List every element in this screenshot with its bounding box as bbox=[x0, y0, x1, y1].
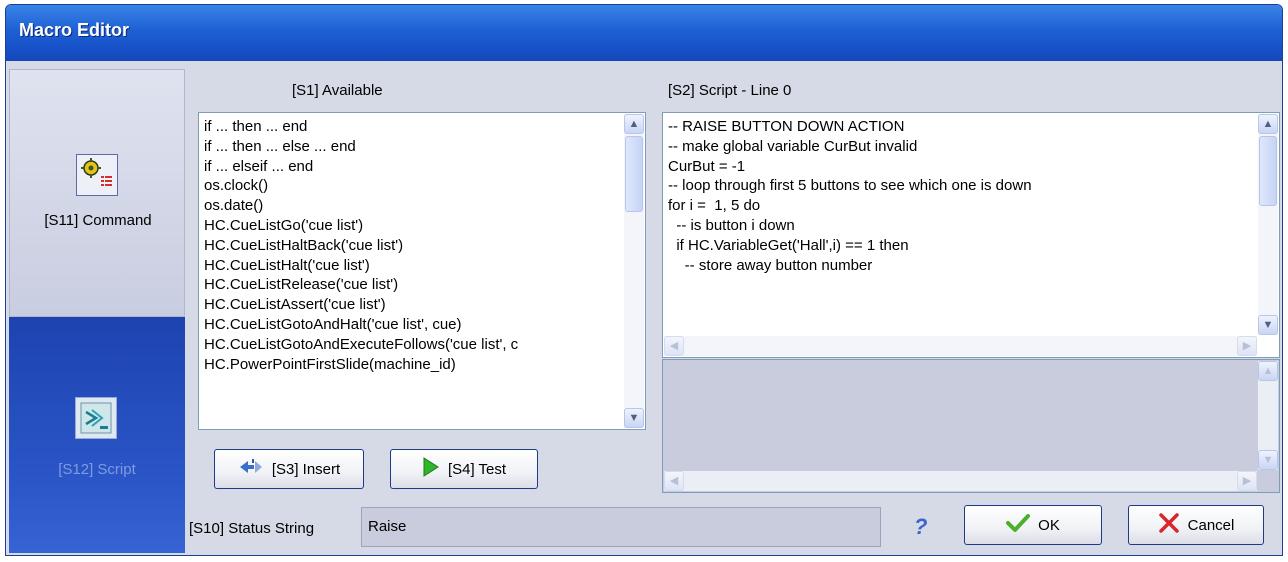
insert-button[interactable]: [S3] Insert bbox=[214, 449, 364, 489]
ok-label: OK bbox=[1038, 516, 1060, 534]
output-horizontal-scrollbar[interactable]: ◀ ▶ bbox=[664, 471, 1257, 491]
window-title: Macro Editor bbox=[19, 20, 130, 40]
available-list-item[interactable]: HC.CueListRelease('cue list') bbox=[204, 275, 621, 295]
available-list-item[interactable]: if ... then ... end bbox=[204, 117, 621, 137]
play-icon bbox=[422, 456, 440, 482]
available-vertical-scrollbar[interactable]: ▲ ▼ bbox=[624, 114, 644, 428]
available-list-item[interactable]: os.date() bbox=[204, 196, 621, 216]
insert-label: [S3] Insert bbox=[271, 460, 341, 478]
close-x-icon bbox=[1158, 512, 1180, 538]
nav-command-tab[interactable]: [S11] Command bbox=[9, 69, 185, 317]
scroll-left-icon[interactable]: ◀ bbox=[664, 471, 684, 491]
available-list[interactable]: if ... then ... end if ... then ... else … bbox=[198, 112, 646, 430]
left-navigation: [S11] Command [S12] Script bbox=[9, 69, 185, 554]
script-line[interactable]: -- is button i down bbox=[668, 216, 1255, 236]
script-icon bbox=[75, 397, 117, 439]
script-label: [S2] Script - Line 0 bbox=[668, 82, 792, 99]
available-list-item[interactable]: if ... elseif ... end bbox=[204, 157, 621, 177]
script-line[interactable]: if HC.VariableGet('Hall',i) == 1 then bbox=[668, 236, 1255, 256]
test-button[interactable]: [S4] Test bbox=[390, 449, 538, 489]
scroll-right-icon[interactable]: ▶ bbox=[1237, 336, 1257, 356]
nav-command-label: [S11] Command bbox=[44, 212, 152, 229]
script-editor[interactable]: -- RAISE BUTTON DOWN ACTION -- make globa… bbox=[662, 112, 1280, 358]
scroll-down-icon[interactable]: ▼ bbox=[624, 408, 644, 428]
available-list-item[interactable]: HC.CueListGotoAndHalt('cue list', cue) bbox=[204, 315, 621, 335]
script-line[interactable]: -- store away button number bbox=[668, 256, 1255, 276]
scroll-thumb[interactable] bbox=[625, 136, 643, 212]
scroll-down-icon[interactable]: ▼ bbox=[1258, 315, 1278, 335]
nav-script-label: [S12] Script bbox=[58, 461, 136, 478]
scroll-thumb[interactable] bbox=[1259, 136, 1277, 206]
script-line[interactable]: for i = 1, 5 do bbox=[668, 196, 1255, 216]
help-icon[interactable]: ? bbox=[914, 514, 927, 540]
available-list-item[interactable]: HC.CueListGotoAndExecuteFollows('cue lis… bbox=[204, 335, 621, 355]
checkmark-icon bbox=[1006, 513, 1031, 537]
script-line[interactable]: -- RAISE BUTTON DOWN ACTION bbox=[668, 117, 1255, 137]
script-horizontal-scrollbar[interactable]: ◀ ▶ bbox=[664, 336, 1257, 356]
available-list-item[interactable]: HC.CueListGo('cue list') bbox=[204, 216, 621, 236]
command-gear-icon bbox=[76, 154, 118, 196]
status-string-field[interactable]: Raise bbox=[361, 507, 881, 547]
script-lines: -- RAISE BUTTON DOWN ACTION -- make globa… bbox=[668, 117, 1255, 333]
scroll-up-icon[interactable]: ▲ bbox=[624, 114, 644, 134]
script-line[interactable]: -- loop through first 5 buttons to see w… bbox=[668, 176, 1255, 196]
test-label: [S4] Test bbox=[447, 460, 507, 478]
available-items: if ... then ... end if ... then ... else … bbox=[204, 117, 621, 427]
available-label: [S1] Available bbox=[292, 82, 383, 99]
available-list-item[interactable]: HC.PowerPointFirstSlide(machine_id) bbox=[204, 355, 621, 375]
scroll-up-icon[interactable]: ▲ bbox=[1258, 361, 1278, 381]
cancel-button[interactable]: Cancel bbox=[1128, 505, 1264, 545]
script-line[interactable]: CurBut = -1 bbox=[668, 157, 1255, 177]
script-line[interactable]: -- make global variable CurBut invalid bbox=[668, 137, 1255, 157]
output-vertical-scrollbar[interactable]: ▲ ▼ bbox=[1258, 361, 1278, 470]
cancel-label: Cancel bbox=[1187, 516, 1235, 534]
scroll-up-icon[interactable]: ▲ bbox=[1258, 114, 1278, 134]
available-list-item[interactable]: if ... then ... else ... end bbox=[204, 137, 621, 157]
available-list-item[interactable]: HC.CueListHalt('cue list') bbox=[204, 256, 621, 276]
macro-editor-window: Macro Editor [S11] Command [S12] Script … bbox=[5, 4, 1283, 556]
available-list-item[interactable]: HC.CueListAssert('cue list') bbox=[204, 295, 621, 315]
scroll-down-icon[interactable]: ▼ bbox=[1258, 450, 1278, 470]
scroll-right-icon[interactable]: ▶ bbox=[1237, 471, 1257, 491]
script-output-panel[interactable]: ▲ ▼ ◀ ▶ bbox=[662, 359, 1280, 493]
available-list-item[interactable]: HC.CueListHaltBack('cue list') bbox=[204, 236, 621, 256]
available-list-item[interactable]: os.clock() bbox=[204, 176, 621, 196]
ok-button[interactable]: OK bbox=[964, 505, 1102, 545]
title-bar[interactable]: Macro Editor bbox=[6, 5, 1282, 61]
insert-icon bbox=[238, 457, 264, 481]
nav-script-tab[interactable]: [S12] Script bbox=[9, 317, 185, 553]
status-string-label: [S10] Status String bbox=[189, 520, 315, 537]
scroll-left-icon[interactable]: ◀ bbox=[664, 336, 684, 356]
script-vertical-scrollbar[interactable]: ▲ ▼ bbox=[1258, 114, 1278, 335]
